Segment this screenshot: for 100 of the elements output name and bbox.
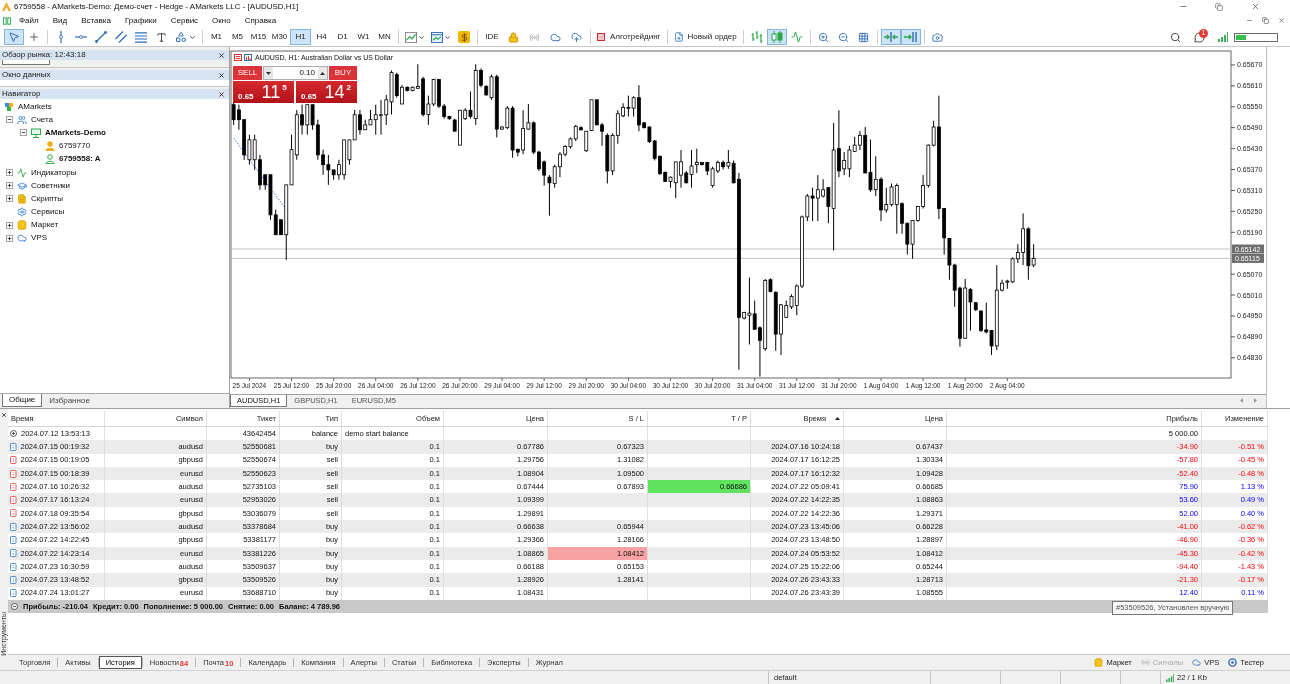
panel-tab[interactable]: Общие [2, 394, 43, 407]
signal-bars-icon [1218, 32, 1228, 42]
app-icon [3, 16, 11, 25]
new-order-button[interactable]: Новый ордер [670, 29, 740, 45]
tree-label[interactable]: AMarkets-Demo [45, 128, 106, 137]
ohlc-bars-icon [750, 31, 763, 43]
close-icon[interactable] [218, 71, 225, 79]
restore-icon[interactable] [1262, 17, 1269, 24]
minus-circle-icon [11, 602, 18, 610]
chart-window-icon [431, 31, 443, 43]
candlestick-icon [770, 31, 783, 43]
panel-title: Окно данных [2, 71, 51, 79]
timeframe-button[interactable]: M1 [206, 29, 227, 45]
shapes-icon [174, 31, 187, 43]
timeframe-button[interactable]: H1 [290, 29, 311, 45]
tree-label[interactable]: Скрипты [31, 194, 63, 203]
ring-icon [1228, 658, 1238, 667]
line-chart-icon [405, 31, 417, 43]
panel-title: Обзор рынка: 12:43:18 [2, 51, 86, 59]
scroll-right-icon[interactable] [1254, 398, 1257, 403]
tree-label[interactable]: Сервисы [31, 208, 65, 217]
document-icon [10, 536, 17, 544]
timeframe-button[interactable]: M15 [248, 29, 269, 45]
zoom-out-icon [838, 31, 850, 43]
parallel-lines-icon [115, 31, 127, 43]
document-icon [10, 575, 17, 584]
document-icon [10, 496, 17, 505]
zigzag-line-icon [790, 31, 803, 43]
timeframe-button[interactable]: D1 [332, 29, 353, 45]
cloud-upload-icon [571, 31, 582, 43]
menu-item[interactable]: Графики [117, 13, 164, 28]
document-icon [17, 193, 27, 204]
close-icon[interactable] [218, 90, 225, 98]
tree-label[interactable]: Счета [31, 115, 54, 124]
sell-button[interactable]: SELL [233, 66, 262, 80]
timeframe-button[interactable]: MN [374, 29, 395, 45]
document-icon [10, 456, 17, 465]
menu-item[interactable]: Окно [205, 13, 238, 28]
horizontal-line-icon [75, 35, 87, 39]
scroll-left-icon[interactable] [1240, 398, 1243, 403]
gear-icon [17, 207, 27, 218]
document-icon [10, 549, 17, 558]
tab[interactable] [2, 60, 50, 65]
minus-box-icon[interactable] [20, 129, 27, 137]
document-icon [10, 482, 17, 491]
users-icon [17, 114, 27, 125]
panel-title: Навигатор [2, 90, 41, 98]
menu-item[interactable]: Сервис [163, 13, 206, 28]
chart-type-button[interactable] [766, 29, 787, 45]
tree-label[interactable]: 6759770 [59, 142, 91, 151]
timeframe-button[interactable]: M30 [269, 29, 290, 45]
signal-bars-icon [1166, 673, 1174, 682]
ide-button[interactable]: IDE [481, 29, 503, 45]
price-prefix: 0.65 [301, 93, 317, 101]
tree-label[interactable]: Индикаторы [31, 168, 77, 177]
stacked-lines-icon [135, 31, 147, 43]
minus-box-icon[interactable] [6, 116, 13, 124]
caret-up-icon [320, 71, 325, 75]
signal-waves-icon [1140, 658, 1150, 667]
timeframe-button[interactable]: H4 [311, 29, 332, 45]
menu-item[interactable]: Файл [12, 13, 46, 28]
view-toggle-button[interactable] [900, 29, 921, 45]
plus-box-icon[interactable] [6, 169, 13, 177]
sort-arrow-icon [835, 417, 840, 420]
trend-line-icon [95, 31, 107, 43]
dollar-icon [458, 31, 470, 43]
view-toggle-button[interactable] [880, 29, 901, 45]
camera-icon [932, 31, 944, 43]
timeframe-button[interactable]: M5 [227, 29, 248, 45]
menu-item[interactable]: Вид [45, 13, 75, 28]
plus-box-icon[interactable] [6, 221, 13, 229]
plus-box-icon[interactable] [6, 195, 13, 203]
menu-item[interactable]: Вставка [74, 13, 118, 28]
document-icon [10, 509, 17, 518]
minimize-icon[interactable] [1246, 17, 1253, 24]
graduation-cap-icon [17, 180, 27, 191]
buy-button[interactable]: BUY [329, 66, 357, 80]
zoom-in-icon [818, 31, 830, 43]
panel-tab[interactable]: Избранное [42, 394, 97, 407]
tree-label[interactable]: AMarkets [18, 102, 52, 111]
tree-label[interactable]: Советники [31, 181, 71, 190]
timeframe-button[interactable]: W1 [353, 29, 374, 45]
menu-item[interactable]: Справка [237, 13, 284, 28]
logo-icon [4, 101, 14, 112]
tree-label[interactable]: VPS [31, 234, 47, 243]
lot-field[interactable]: 0.10 [273, 67, 318, 79]
close-icon[interactable] [1, 412, 7, 418]
document-icon [10, 469, 17, 478]
tree-label[interactable]: Маркет [31, 221, 59, 230]
document-icon [10, 522, 17, 531]
tree-label[interactable]: 6759558: A [59, 155, 101, 164]
zigzag-line-icon [17, 167, 27, 178]
bag-icon [17, 220, 27, 231]
close-icon [1250, 2, 1260, 11]
plus-box-icon[interactable] [6, 182, 13, 190]
close-icon[interactable] [218, 51, 225, 59]
algo-trading-button[interactable]: Алготрейдинг [594, 29, 664, 45]
plus-box-icon[interactable] [6, 234, 13, 242]
document-icon [10, 562, 17, 571]
search-icon [1169, 31, 1181, 43]
